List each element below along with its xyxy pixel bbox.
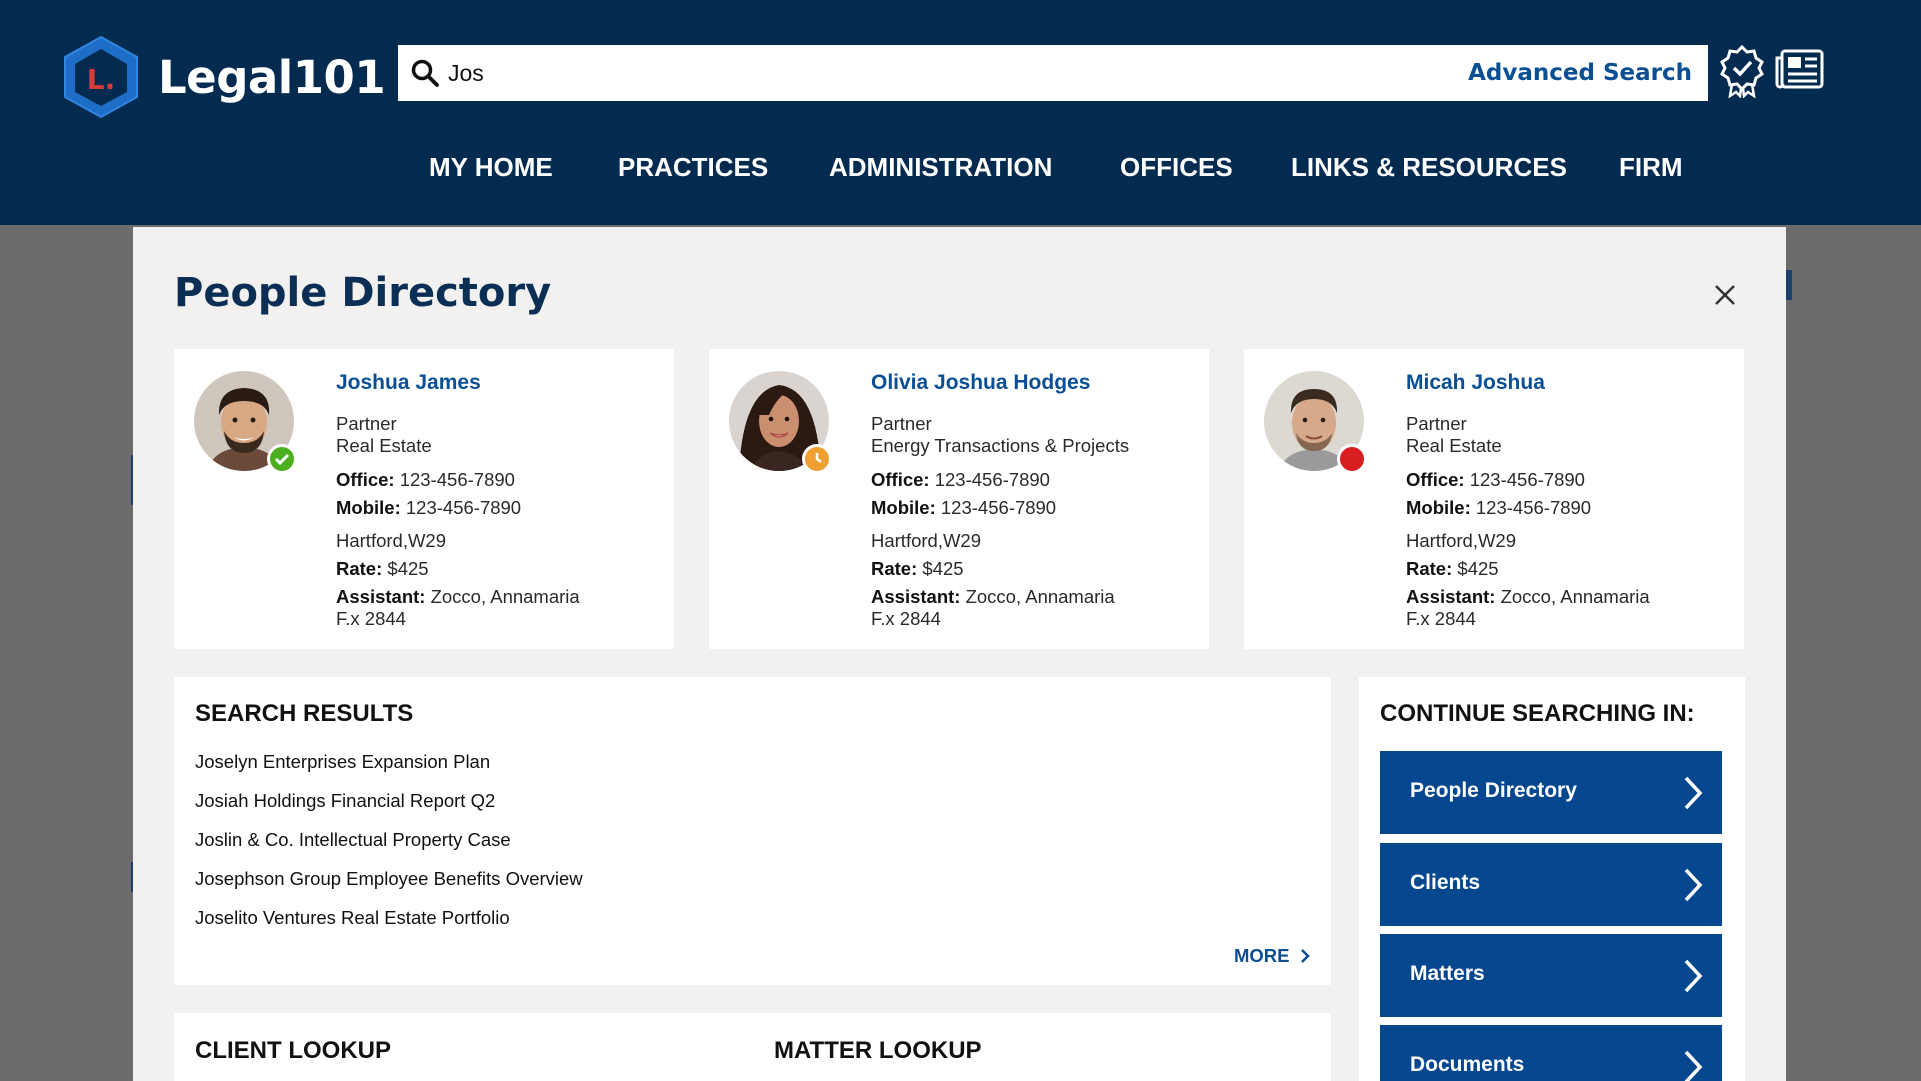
person-location: Hartford,W29: [871, 530, 982, 551]
person-mobile-phone: Mobile: 123-456-7890: [336, 497, 522, 518]
person-card[interactable]: Olivia Joshua Hodges Partner Energy Tran…: [709, 349, 1209, 649]
person-practice: Energy Transactions & Projects: [871, 435, 1130, 456]
client-lookup-heading: CLIENT LOOKUP: [195, 1037, 391, 1064]
continue-searching-panel: CONTINUE SEARCHING IN: People Directory …: [1359, 677, 1745, 1081]
person-title: Partner: [1406, 413, 1467, 434]
person-office-phone: Office: 123-456-7890: [336, 469, 515, 490]
continue-matters-button[interactable]: Matters: [1380, 934, 1722, 1017]
person-extension: F.x 2844: [871, 608, 941, 629]
close-icon[interactable]: [1713, 283, 1737, 307]
person-rate: Rate: $425: [1406, 558, 1499, 579]
lookup-panel: CLIENT LOOKUP MATTER LOOKUP: [174, 1013, 1331, 1081]
continue-people-directory-button[interactable]: People Directory: [1380, 751, 1722, 834]
person-title: Partner: [336, 413, 397, 434]
person-practice: Real Estate: [1406, 435, 1502, 456]
person-card[interactable]: Joshua James Partner Real Estate Office:…: [174, 349, 674, 649]
search-result-item[interactable]: Joselito Ventures Real Estate Portfolio: [195, 907, 510, 929]
person-mobile-phone: Mobile: 123-456-7890: [1406, 497, 1592, 518]
person-name[interactable]: Micah Joshua: [1406, 371, 1545, 395]
status-away-icon: [802, 444, 832, 474]
person-location: Hartford,W29: [336, 530, 447, 551]
top-header: L. Legal101 Advanced Search MY HOME PRAC…: [0, 0, 1921, 225]
more-results-link[interactable]: MORE: [1234, 945, 1311, 967]
background-page-fragment: [1786, 270, 1792, 300]
global-search-bar: Advanced Search: [398, 45, 1708, 101]
modal-title: People Directory: [174, 270, 552, 316]
nav-my-home[interactable]: MY HOME: [429, 152, 553, 183]
matter-lookup-heading: MATTER LOOKUP: [774, 1037, 982, 1064]
chevron-right-icon: [1684, 1050, 1703, 1081]
person-mobile-phone: Mobile: 123-456-7890: [871, 497, 1057, 518]
person-title: Partner: [871, 413, 932, 434]
people-directory-modal: People Directory Joshua James Partner Re…: [133, 227, 1786, 1081]
person-name[interactable]: Joshua James: [336, 371, 481, 395]
chevron-right-icon: [1684, 776, 1703, 810]
advanced-search-link[interactable]: Advanced Search: [1468, 60, 1692, 86]
app-logo[interactable]: L. Legal101: [60, 34, 386, 120]
person-assistant: Assistant: Zocco, Annamaria: [336, 586, 580, 607]
nav-administration[interactable]: ADMINISTRATION: [829, 152, 1052, 183]
nav-practices[interactable]: PRACTICES: [618, 152, 768, 183]
search-result-item[interactable]: Josiah Holdings Financial Report Q2: [195, 790, 495, 812]
chevron-right-icon: [1684, 868, 1703, 902]
person-card[interactable]: Micah Joshua Partner Real Estate Office:…: [1244, 349, 1744, 649]
continue-clients-button[interactable]: Clients: [1380, 843, 1722, 926]
logo-hexagon-icon: L.: [64, 35, 138, 119]
search-icon[interactable]: [410, 58, 440, 88]
chevron-right-icon: [1684, 959, 1703, 993]
person-practice: Real Estate: [336, 435, 432, 456]
status-busy-icon: [1337, 444, 1367, 474]
award-icon[interactable]: [1718, 44, 1766, 98]
search-result-item[interactable]: Joselyn Enterprises Expansion Plan: [195, 751, 490, 773]
search-input[interactable]: [448, 59, 1469, 87]
person-office-phone: Office: 123-456-7890: [871, 469, 1050, 490]
person-extension: F.x 2844: [336, 608, 406, 629]
chevron-right-icon: [1300, 949, 1310, 963]
search-result-item[interactable]: Josephson Group Employee Benefits Overvi…: [195, 868, 583, 890]
person-assistant: Assistant: Zocco, Annamaria: [871, 586, 1115, 607]
search-results-heading: SEARCH RESULTS: [195, 700, 414, 727]
more-label: MORE: [1234, 945, 1290, 966]
logo-letter: L.: [87, 63, 115, 96]
status-available-icon: [267, 444, 297, 474]
search-result-item[interactable]: Joslin & Co. Intellectual Property Case: [195, 829, 511, 851]
person-office-phone: Office: 123-456-7890: [1406, 469, 1585, 490]
nav-firm[interactable]: FIRM: [1619, 152, 1683, 183]
person-rate: Rate: $425: [871, 558, 964, 579]
button-label: Documents: [1410, 1053, 1525, 1076]
person-location: Hartford,W29: [1406, 530, 1517, 551]
person-extension: F.x 2844: [1406, 608, 1476, 629]
nav-links-resources[interactable]: LINKS & RESOURCES: [1291, 152, 1567, 183]
newspaper-icon[interactable]: [1774, 44, 1826, 98]
search-results-panel: SEARCH RESULTS Joselyn Enterprises Expan…: [174, 677, 1331, 985]
continue-documents-button[interactable]: Documents: [1380, 1025, 1722, 1081]
person-assistant: Assistant: Zocco, Annamaria: [1406, 586, 1650, 607]
person-rate: Rate: $425: [336, 558, 429, 579]
person-name[interactable]: Olivia Joshua Hodges: [871, 371, 1090, 395]
main-nav: MY HOME PRACTICES ADMINISTRATION OFFICES…: [0, 152, 1921, 188]
button-label: People Directory: [1410, 779, 1577, 802]
nav-offices[interactable]: OFFICES: [1120, 152, 1233, 183]
logo-text: Legal101: [158, 50, 386, 104]
button-label: Matters: [1410, 962, 1485, 985]
continue-searching-heading: CONTINUE SEARCHING IN:: [1380, 700, 1695, 727]
button-label: Clients: [1410, 871, 1481, 894]
